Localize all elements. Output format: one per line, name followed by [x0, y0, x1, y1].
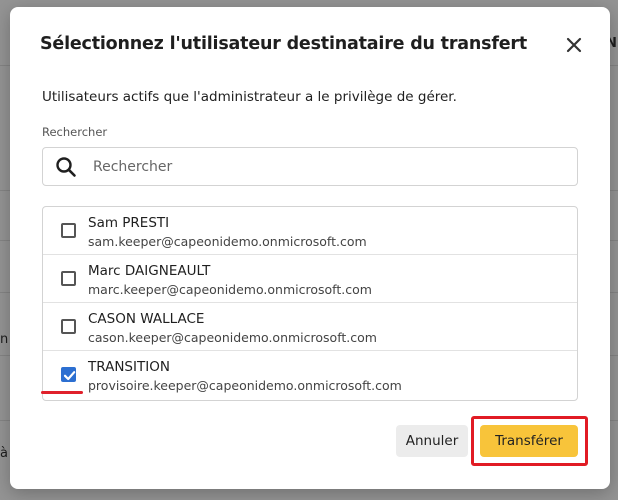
search-label: Rechercher [42, 125, 108, 139]
annotation-underline [41, 391, 83, 394]
user-email: marc.keeper@capeonidemo.onmicrosoft.com [88, 282, 372, 297]
list-item-user[interactable]: Marc DAIGNEAULT marc.keeper@capeonidemo.… [43, 255, 577, 303]
user-name: TRANSITION [88, 359, 170, 375]
user-email: provisoire.keeper@capeonidemo.onmicrosof… [88, 378, 402, 393]
user-name: Marc DAIGNEAULT [88, 263, 211, 279]
list-item-user[interactable]: TRANSITION provisoire.keeper@capeonidemo… [43, 351, 577, 399]
user-name: Sam PRESTI [88, 215, 170, 231]
user-checkbox[interactable] [61, 319, 76, 334]
user-list: Sam PRESTI sam.keeper@capeonidemo.onmicr… [42, 206, 578, 401]
close-icon [566, 37, 582, 53]
transfer-button[interactable]: Transférer [480, 425, 578, 457]
dialog-title: Sélectionnez l'utilisateur destinataire … [40, 34, 528, 54]
user-checkbox[interactable] [61, 223, 76, 238]
search-icon [56, 157, 76, 177]
user-email: cason.keeper@capeonidemo.onmicrosoft.com [88, 330, 377, 345]
list-item-user[interactable]: CASON WALLACE cason.keeper@capeonidemo.o… [43, 303, 577, 351]
dialog-subtitle: Utilisateurs actifs que l'administrateur… [42, 89, 457, 105]
user-email: sam.keeper@capeonidemo.onmicrosoft.com [88, 234, 367, 249]
checkmark-icon [63, 371, 76, 381]
user-checkbox[interactable] [61, 271, 76, 286]
user-name: CASON WALLACE [88, 311, 205, 327]
search-field[interactable] [42, 147, 578, 186]
list-item-user[interactable]: Sam PRESTI sam.keeper@capeonidemo.onmicr… [43, 207, 577, 255]
user-checkbox-checked[interactable] [61, 367, 76, 382]
cancel-button[interactable]: Annuler [396, 425, 468, 457]
close-button[interactable] [564, 35, 584, 55]
search-input[interactable] [93, 148, 563, 185]
transfer-user-dialog: Sélectionnez l'utilisateur destinataire … [10, 7, 610, 489]
